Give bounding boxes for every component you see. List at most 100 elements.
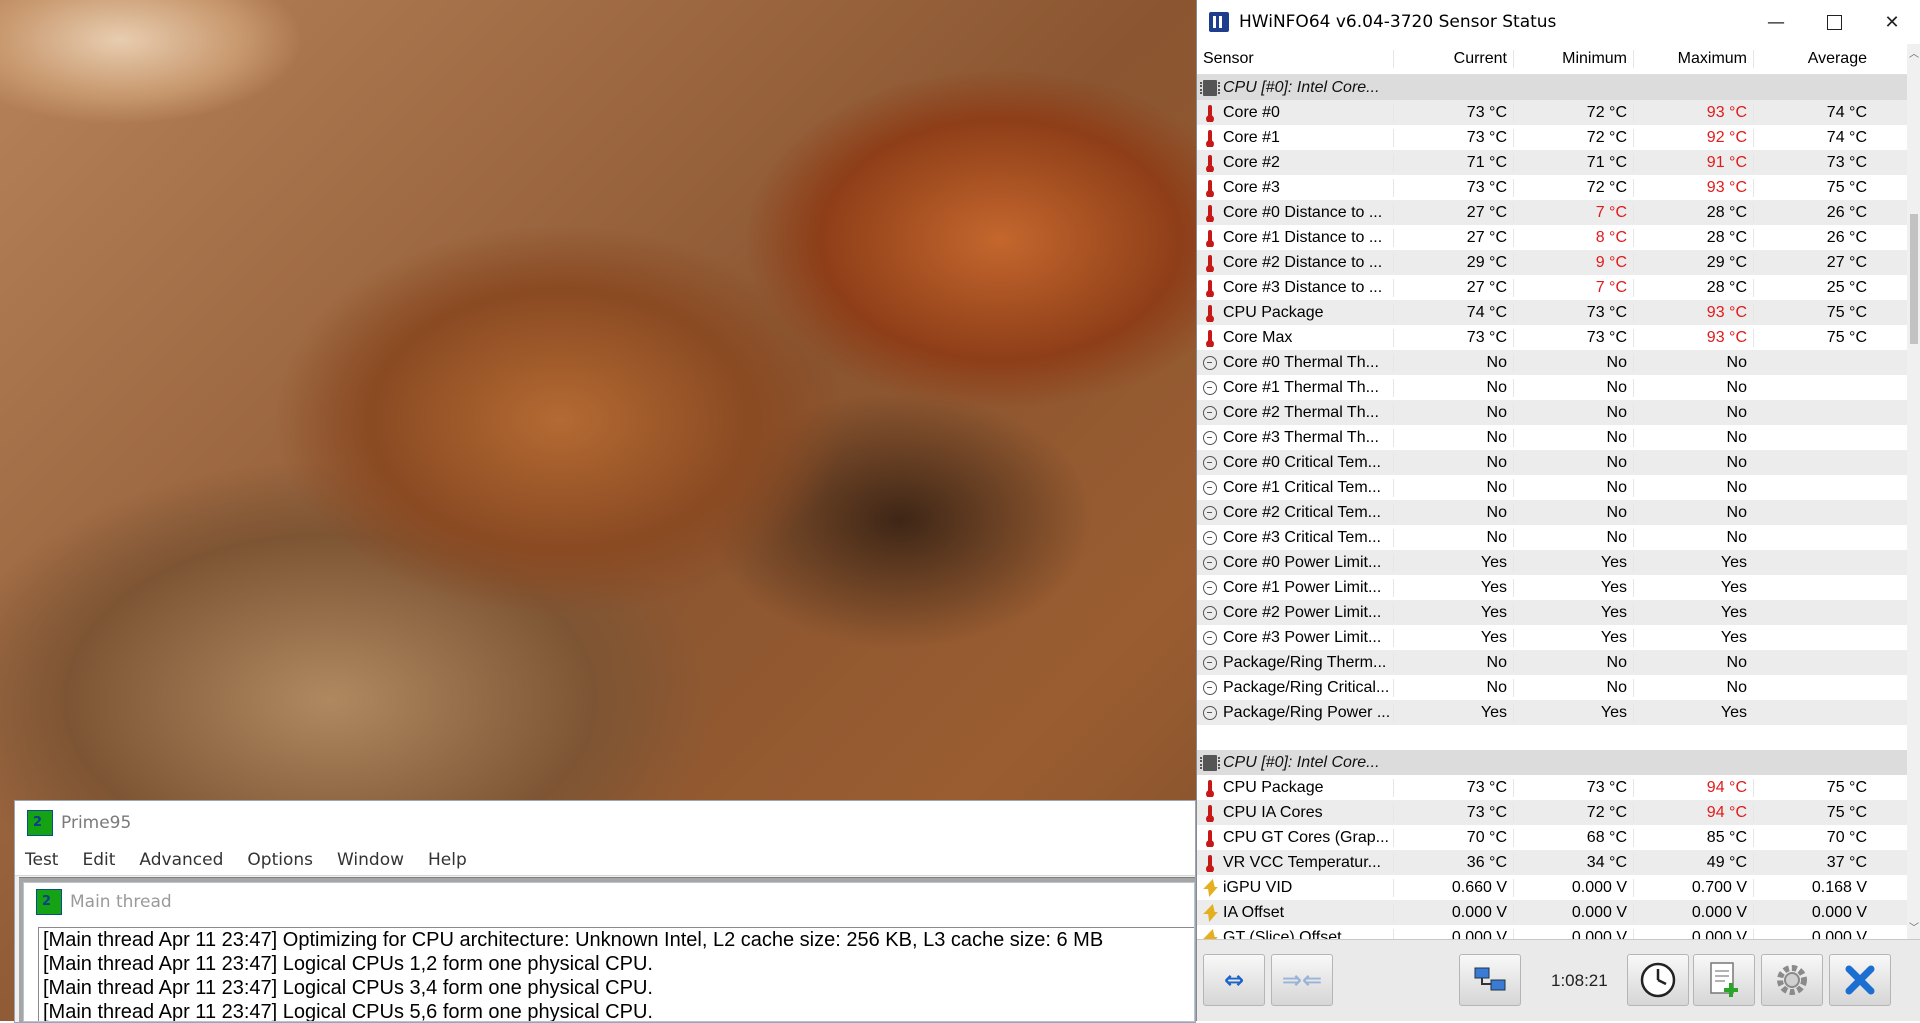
add-report-button[interactable]: [1693, 954, 1755, 1006]
sensor-row[interactable]: Core #1 Critical Tem... No No No: [1197, 475, 1907, 500]
navigate-arrows-button[interactable]: ⇔: [1203, 954, 1265, 1006]
minimize-button[interactable]: —: [1747, 0, 1805, 44]
sensor-minimum-value: 9 °C: [1513, 253, 1633, 272]
sensor-name-cell: CPU [#0]: Intel Core...: [1197, 754, 1393, 772]
settings-button[interactable]: [1761, 954, 1823, 1006]
main-thread-log[interactable]: [Main thread Apr 11 23:47] Optimizing fo…: [38, 927, 1194, 1021]
close-sensors-button[interactable]: [1829, 954, 1891, 1006]
sensor-minimum-value: Yes: [1513, 553, 1633, 572]
thermometer-icon: [1203, 204, 1217, 222]
sensor-current-value: 27 °C: [1393, 203, 1513, 222]
sensor-current-value: 29 °C: [1393, 253, 1513, 272]
sensor-name-cell: Core #1 Thermal Th...: [1197, 379, 1393, 397]
sensor-label: CPU IA Cores: [1223, 803, 1323, 821]
sensor-row[interactable]: Core #1 73 °C 72 °C 92 °C 74 °C: [1197, 125, 1907, 150]
sensor-row[interactable]: Core #3 Power Limit... Yes Yes Yes: [1197, 625, 1907, 650]
menu-edit[interactable]: Edit: [82, 850, 115, 870]
column-sensor[interactable]: Sensor: [1197, 50, 1393, 68]
prime95-titlebar[interactable]: Prime95: [15, 801, 1195, 845]
collapse-arrows-button[interactable]: ⇒⇐: [1271, 954, 1333, 1006]
sensor-row[interactable]: Core #1 Thermal Th... No No No: [1197, 375, 1907, 400]
sensor-row[interactable]: GT (Slice) Offset 0.000 V 0.000 V 0.000 V 0.…: [1197, 925, 1907, 940]
sensor-row[interactable]: Core #0 Distance to ... 27 °C 7 °C 28 °C 26 …: [1197, 200, 1907, 225]
scroll-thumb[interactable]: [1910, 214, 1918, 344]
close-button[interactable]: ✕: [1863, 0, 1920, 44]
menu-advanced[interactable]: Advanced: [139, 850, 223, 870]
column-current[interactable]: Current: [1393, 50, 1513, 68]
sensor-maximum-value: No: [1633, 353, 1753, 372]
sensor-row[interactable]: VR VCC Temperatur... 36 °C 34 °C 49 °C 37 °C: [1197, 850, 1907, 875]
sensor-group-row[interactable]: CPU [#0]: Intel Core...: [1197, 75, 1907, 100]
sensor-label: Core #3: [1223, 178, 1280, 196]
sensor-row[interactable]: IA Offset 0.000 V 0.000 V 0.000 V 0.000 V: [1197, 900, 1907, 925]
sensor-average-value: 27 °C: [1753, 253, 1873, 272]
prime95-title: Prime95: [61, 813, 132, 833]
clock-icon: [1203, 430, 1217, 445]
voltage-icon: [1203, 904, 1217, 922]
sensor-row[interactable]: CPU GT Cores (Grap... 70 °C 68 °C 85 °C 70 °…: [1197, 825, 1907, 850]
menu-window[interactable]: Window: [337, 850, 404, 870]
menu-help[interactable]: Help: [428, 850, 467, 870]
log-line: [Main thread Apr 11 23:47] Logical CPUs …: [43, 953, 653, 975]
sensor-row[interactable]: Core #2 Critical Tem... No No No: [1197, 500, 1907, 525]
sensor-label: Package/Ring Power ...: [1223, 703, 1391, 721]
sensor-row[interactable]: Core #3 Distance to ... 27 °C 7 °C 28 °C 25 …: [1197, 275, 1907, 300]
sensor-row[interactable]: Core #3 Thermal Th... No No No: [1197, 425, 1907, 450]
sensor-current-value: 73 °C: [1393, 128, 1513, 147]
sensor-row[interactable]: Core #0 Critical Tem... No No No: [1197, 450, 1907, 475]
sensor-row[interactable]: Core Max 73 °C 73 °C 93 °C 75 °C: [1197, 325, 1907, 350]
column-minimum[interactable]: Minimum: [1513, 50, 1633, 68]
menu-test[interactable]: Test: [25, 850, 58, 870]
main-thread-titlebar[interactable]: Main thread: [24, 883, 1194, 921]
sensor-row[interactable]: Package/Ring Critical... No No No: [1197, 675, 1907, 700]
sensor-row[interactable]: CPU Package 74 °C 73 °C 93 °C 75 °C: [1197, 300, 1907, 325]
sensor-maximum-value: 28 °C: [1633, 278, 1753, 297]
sensor-row[interactable]: Package/Ring Power ... Yes Yes Yes: [1197, 700, 1907, 725]
sensor-row[interactable]: Core #3 Critical Tem... No No No: [1197, 525, 1907, 550]
sensor-row[interactable]: Core #1 Distance to ... 27 °C 8 °C 28 °C 26 …: [1197, 225, 1907, 250]
sensor-maximum-value: 93 °C: [1633, 303, 1753, 322]
sensor-row[interactable]: Core #0 73 °C 72 °C 93 °C 74 °C: [1197, 100, 1907, 125]
sensor-label: Package/Ring Therm...: [1223, 653, 1387, 671]
sensor-row[interactable]: Core #1 Power Limit... Yes Yes Yes: [1197, 575, 1907, 600]
sensor-maximum-value: 28 °C: [1633, 203, 1753, 222]
sensor-row[interactable]: Core #0 Power Limit... Yes Yes Yes: [1197, 550, 1907, 575]
sensor-minimum-value: No: [1513, 678, 1633, 697]
sensor-row[interactable]: Package/Ring Therm... No No No: [1197, 650, 1907, 675]
column-average[interactable]: Average: [1753, 50, 1873, 68]
sensor-row[interactable]: Core #2 Thermal Th... No No No: [1197, 400, 1907, 425]
menu-options[interactable]: Options: [247, 850, 313, 870]
clock-icon: [1203, 605, 1217, 620]
scroll-down-icon[interactable]: ﹀: [1909, 922, 1919, 936]
sensor-current-value: No: [1393, 653, 1513, 672]
sensor-group-row[interactable]: CPU [#0]: Intel Core...: [1197, 750, 1907, 775]
sensor-average-value: 0.000 V: [1753, 903, 1873, 922]
clock-button[interactable]: [1627, 954, 1689, 1006]
sensor-row[interactable]: Core #2 71 °C 71 °C 91 °C 73 °C: [1197, 150, 1907, 175]
sensor-maximum-value: No: [1633, 653, 1753, 672]
sensor-row[interactable]: Core #2 Distance to ... 29 °C 9 °C 29 °C 27 …: [1197, 250, 1907, 275]
sensor-row[interactable]: iGPU VID 0.660 V 0.000 V 0.700 V 0.168 V: [1197, 875, 1907, 900]
sensor-label: Core Max: [1223, 328, 1293, 346]
sensor-row[interactable]: Core #3 73 °C 72 °C 93 °C 75 °C: [1197, 175, 1907, 200]
sensor-name-cell: Core #0 Thermal Th...: [1197, 354, 1393, 372]
sensor-current-value: 73 °C: [1393, 778, 1513, 797]
scroll-up-icon[interactable]: ︿: [1909, 48, 1919, 62]
sensor-maximum-value: 28 °C: [1633, 228, 1753, 247]
vertical-scrollbar[interactable]: ︿ ﹀: [1907, 44, 1920, 940]
sensor-label: Core #2: [1223, 153, 1280, 171]
sensor-name-cell: Core #0: [1197, 104, 1393, 122]
sensor-average-value: 75 °C: [1753, 328, 1873, 347]
sensor-label: Package/Ring Critical...: [1223, 678, 1390, 696]
sensor-name-cell: Core #0 Critical Tem...: [1197, 454, 1393, 472]
sensor-label: CPU [#0]: Intel Core...: [1223, 78, 1380, 96]
maximize-button[interactable]: [1805, 0, 1863, 44]
thermometer-icon: [1203, 329, 1217, 347]
sensor-row[interactable]: CPU Package 73 °C 73 °C 94 °C 75 °C: [1197, 775, 1907, 800]
sensor-row[interactable]: CPU IA Cores 73 °C 72 °C 94 °C 75 °C: [1197, 800, 1907, 825]
network-button[interactable]: [1459, 954, 1521, 1006]
sensor-row[interactable]: Core #0 Thermal Th... No No No: [1197, 350, 1907, 375]
sensor-row[interactable]: Core #2 Power Limit... Yes Yes Yes: [1197, 600, 1907, 625]
column-maximum[interactable]: Maximum: [1633, 50, 1753, 68]
arrow-collapse-icon: ⇒⇐: [1281, 966, 1323, 994]
